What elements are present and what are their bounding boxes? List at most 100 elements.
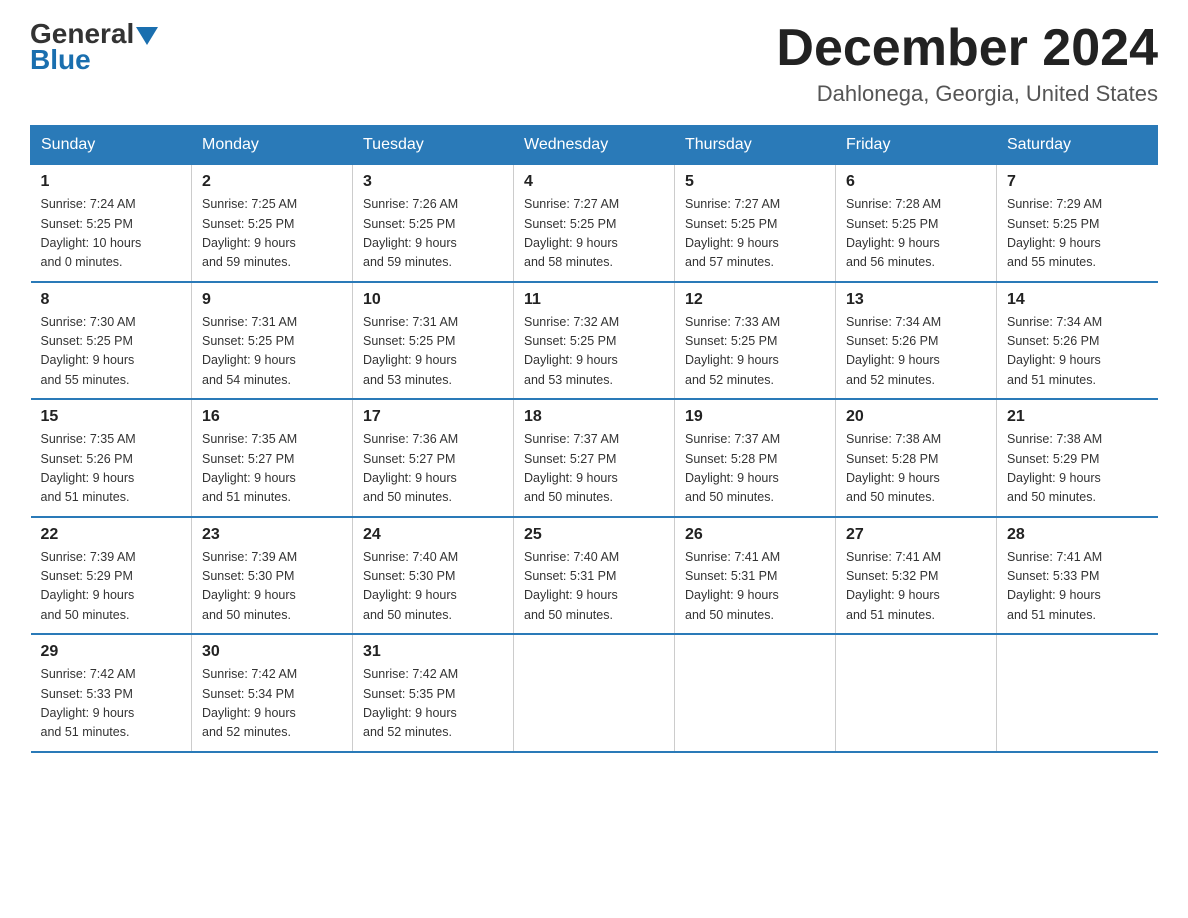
- calendar-header-row: SundayMondayTuesdayWednesdayThursdayFrid…: [31, 126, 1158, 165]
- location-title: Dahlonega, Georgia, United States: [776, 81, 1158, 107]
- calendar-cell: 20 Sunrise: 7:38 AM Sunset: 5:28 PM Dayli…: [836, 399, 997, 517]
- calendar-cell: 3 Sunrise: 7:26 AM Sunset: 5:25 PM Daylig…: [353, 165, 514, 282]
- calendar-cell: 21 Sunrise: 7:38 AM Sunset: 5:29 PM Dayli…: [997, 399, 1158, 517]
- day-number: 31: [363, 643, 503, 661]
- day-number: 22: [41, 526, 182, 544]
- day-info: Sunrise: 7:34 AM Sunset: 5:26 PM Dayligh…: [846, 313, 986, 391]
- day-number: 10: [363, 291, 503, 309]
- header-thursday: Thursday: [675, 126, 836, 165]
- calendar-cell: 13 Sunrise: 7:34 AM Sunset: 5:26 PM Dayli…: [836, 282, 997, 400]
- calendar-cell: 28Sunrise: 7:41 AM Sunset: 5:33 PM Dayli…: [997, 517, 1158, 635]
- day-info: Sunrise: 7:26 AM Sunset: 5:25 PM Dayligh…: [363, 195, 503, 273]
- calendar-cell: 14 Sunrise: 7:34 AM Sunset: 5:26 PM Dayli…: [997, 282, 1158, 400]
- calendar-cell: 27 Sunrise: 7:41 AM Sunset: 5:32 PM Dayli…: [836, 517, 997, 635]
- day-number: 30: [202, 643, 342, 661]
- day-info: Sunrise: 7:25 AM Sunset: 5:25 PM Dayligh…: [202, 195, 342, 273]
- day-info: Sunrise: 7:38 AM Sunset: 5:28 PM Dayligh…: [846, 430, 986, 508]
- header-monday: Monday: [192, 126, 353, 165]
- day-info: Sunrise: 7:40 AM Sunset: 5:31 PM Dayligh…: [524, 548, 664, 626]
- calendar-cell: 18Sunrise: 7:37 AM Sunset: 5:27 PM Dayli…: [514, 399, 675, 517]
- header-saturday: Saturday: [997, 126, 1158, 165]
- day-info: Sunrise: 7:41 AM Sunset: 5:33 PM Dayligh…: [1007, 548, 1148, 626]
- header-wednesday: Wednesday: [514, 126, 675, 165]
- calendar-cell: 7 Sunrise: 7:29 AM Sunset: 5:25 PM Daylig…: [997, 165, 1158, 282]
- calendar-week-row: 8Sunrise: 7:30 AM Sunset: 5:25 PM Daylig…: [31, 282, 1158, 400]
- month-title: December 2024: [776, 20, 1158, 77]
- calendar-cell: 5Sunrise: 7:27 AM Sunset: 5:25 PM Daylig…: [675, 165, 836, 282]
- day-info: Sunrise: 7:41 AM Sunset: 5:31 PM Dayligh…: [685, 548, 825, 626]
- day-number: 13: [846, 291, 986, 309]
- day-number: 27: [846, 526, 986, 544]
- logo-blue: Blue: [30, 44, 91, 76]
- calendar-cell: [836, 634, 997, 752]
- calendar-week-row: 22 Sunrise: 7:39 AM Sunset: 5:29 PM Dayli…: [31, 517, 1158, 635]
- day-number: 20: [846, 408, 986, 426]
- calendar-cell: 31 Sunrise: 7:42 AM Sunset: 5:35 PM Dayli…: [353, 634, 514, 752]
- calendar-cell: 24 Sunrise: 7:40 AM Sunset: 5:30 PM Dayli…: [353, 517, 514, 635]
- day-info: Sunrise: 7:42 AM Sunset: 5:34 PM Dayligh…: [202, 665, 342, 743]
- day-number: 16: [202, 408, 342, 426]
- day-info: Sunrise: 7:31 AM Sunset: 5:25 PM Dayligh…: [202, 313, 342, 391]
- day-number: 2: [202, 173, 342, 191]
- calendar-cell: 25Sunrise: 7:40 AM Sunset: 5:31 PM Dayli…: [514, 517, 675, 635]
- calendar-cell: 17Sunrise: 7:36 AM Sunset: 5:27 PM Dayli…: [353, 399, 514, 517]
- calendar-cell: 29Sunrise: 7:42 AM Sunset: 5:33 PM Dayli…: [31, 634, 192, 752]
- day-info: Sunrise: 7:34 AM Sunset: 5:26 PM Dayligh…: [1007, 313, 1148, 391]
- day-number: 5: [685, 173, 825, 191]
- calendar-cell: 1Sunrise: 7:24 AM Sunset: 5:25 PM Daylig…: [31, 165, 192, 282]
- calendar-cell: 11 Sunrise: 7:32 AM Sunset: 5:25 PM Dayli…: [514, 282, 675, 400]
- day-number: 26: [685, 526, 825, 544]
- calendar-cell: 10 Sunrise: 7:31 AM Sunset: 5:25 PM Dayli…: [353, 282, 514, 400]
- day-info: Sunrise: 7:41 AM Sunset: 5:32 PM Dayligh…: [846, 548, 986, 626]
- calendar-cell: 8Sunrise: 7:30 AM Sunset: 5:25 PM Daylig…: [31, 282, 192, 400]
- calendar-cell: 22 Sunrise: 7:39 AM Sunset: 5:29 PM Dayli…: [31, 517, 192, 635]
- day-number: 18: [524, 408, 664, 426]
- header-sunday: Sunday: [31, 126, 192, 165]
- day-number: 11: [524, 291, 664, 309]
- day-info: Sunrise: 7:28 AM Sunset: 5:25 PM Dayligh…: [846, 195, 986, 273]
- calendar-week-row: 1Sunrise: 7:24 AM Sunset: 5:25 PM Daylig…: [31, 165, 1158, 282]
- day-info: Sunrise: 7:36 AM Sunset: 5:27 PM Dayligh…: [363, 430, 503, 508]
- day-number: 14: [1007, 291, 1148, 309]
- calendar-cell: 26 Sunrise: 7:41 AM Sunset: 5:31 PM Dayli…: [675, 517, 836, 635]
- day-number: 24: [363, 526, 503, 544]
- day-number: 21: [1007, 408, 1148, 426]
- day-info: Sunrise: 7:37 AM Sunset: 5:28 PM Dayligh…: [685, 430, 825, 508]
- calendar-cell: 30 Sunrise: 7:42 AM Sunset: 5:34 PM Dayli…: [192, 634, 353, 752]
- day-number: 1: [41, 173, 182, 191]
- header-friday: Friday: [836, 126, 997, 165]
- day-number: 3: [363, 173, 503, 191]
- calendar-cell: 16 Sunrise: 7:35 AM Sunset: 5:27 PM Dayli…: [192, 399, 353, 517]
- day-number: 6: [846, 173, 986, 191]
- calendar-cell: 19Sunrise: 7:37 AM Sunset: 5:28 PM Dayli…: [675, 399, 836, 517]
- calendar-cell: 4Sunrise: 7:27 AM Sunset: 5:25 PM Daylig…: [514, 165, 675, 282]
- day-number: 23: [202, 526, 342, 544]
- day-info: Sunrise: 7:39 AM Sunset: 5:29 PM Dayligh…: [41, 548, 182, 626]
- day-info: Sunrise: 7:32 AM Sunset: 5:25 PM Dayligh…: [524, 313, 664, 391]
- calendar-cell: [675, 634, 836, 752]
- calendar-cell: 23Sunrise: 7:39 AM Sunset: 5:30 PM Dayli…: [192, 517, 353, 635]
- day-info: Sunrise: 7:33 AM Sunset: 5:25 PM Dayligh…: [685, 313, 825, 391]
- day-number: 15: [41, 408, 182, 426]
- day-number: 7: [1007, 173, 1148, 191]
- calendar-cell: [997, 634, 1158, 752]
- day-number: 4: [524, 173, 664, 191]
- calendar-cell: 9 Sunrise: 7:31 AM Sunset: 5:25 PM Daylig…: [192, 282, 353, 400]
- calendar-cell: 6 Sunrise: 7:28 AM Sunset: 5:25 PM Daylig…: [836, 165, 997, 282]
- day-number: 29: [41, 643, 182, 661]
- day-info: Sunrise: 7:30 AM Sunset: 5:25 PM Dayligh…: [41, 313, 182, 391]
- day-info: Sunrise: 7:38 AM Sunset: 5:29 PM Dayligh…: [1007, 430, 1148, 508]
- day-info: Sunrise: 7:29 AM Sunset: 5:25 PM Dayligh…: [1007, 195, 1148, 273]
- day-number: 12: [685, 291, 825, 309]
- day-info: Sunrise: 7:35 AM Sunset: 5:26 PM Dayligh…: [41, 430, 182, 508]
- day-number: 9: [202, 291, 342, 309]
- calendar-week-row: 29Sunrise: 7:42 AM Sunset: 5:33 PM Dayli…: [31, 634, 1158, 752]
- day-info: Sunrise: 7:31 AM Sunset: 5:25 PM Dayligh…: [363, 313, 503, 391]
- calendar-week-row: 15 Sunrise: 7:35 AM Sunset: 5:26 PM Dayli…: [31, 399, 1158, 517]
- title-block: December 2024 Dahlonega, Georgia, United…: [776, 20, 1158, 107]
- calendar-table: SundayMondayTuesdayWednesdayThursdayFrid…: [30, 125, 1158, 753]
- day-info: Sunrise: 7:42 AM Sunset: 5:35 PM Dayligh…: [363, 665, 503, 743]
- day-info: Sunrise: 7:40 AM Sunset: 5:30 PM Dayligh…: [363, 548, 503, 626]
- day-info: Sunrise: 7:35 AM Sunset: 5:27 PM Dayligh…: [202, 430, 342, 508]
- page-header: General Blue December 2024 Dahlonega, Ge…: [30, 20, 1158, 107]
